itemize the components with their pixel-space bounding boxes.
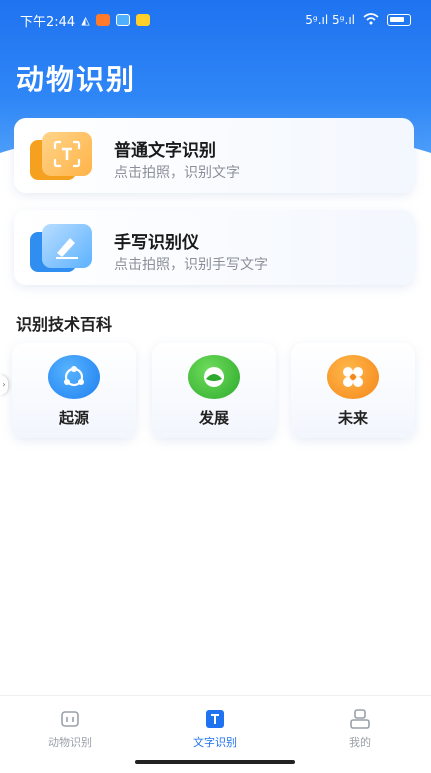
tab-profile[interactable]: 我的 — [300, 708, 420, 750]
tile-label: 发展 — [198, 409, 229, 427]
notification-icon: ◭ — [81, 13, 90, 27]
future-icon — [327, 355, 379, 399]
card-subtitle: 点击拍照，识别文字 — [114, 165, 240, 181]
card-handwriting-recognition[interactable]: 手写识别仪 点击拍照，识别手写文字 — [14, 210, 414, 285]
card-title: 手写识别仪 — [114, 233, 199, 253]
signal-icon: 5ᵍ.ıl 5ᵍ.ıl — [305, 13, 355, 27]
status-bar: 下午2:44 ◭ 5ᵍ.ıl 5ᵍ.ıl — [0, 0, 431, 40]
tile-development[interactable]: 发展 — [152, 343, 276, 438]
text-id-icon — [204, 708, 226, 730]
tile-label: 未来 — [337, 409, 368, 427]
status-right: 5ᵍ.ıl 5ᵍ.ıl — [305, 12, 411, 28]
profile-icon — [349, 708, 371, 730]
cloud-badge-icon — [115, 14, 130, 26]
status-time: 下午2:44 — [20, 14, 76, 30]
app-screen: 下午2:44 ◭ 5ᵍ.ıl 5ᵍ.ıl 动物识别 普通文字识别 点击拍照，识别… — [0, 0, 431, 773]
tab-animal-id[interactable]: 动物识别 — [10, 708, 130, 750]
app-badge-icon — [95, 14, 110, 26]
animal-id-icon — [59, 708, 81, 730]
tab-label: 动物识别 — [48, 736, 92, 749]
status-left: 下午2:44 ◭ — [20, 11, 150, 30]
section-title: 识别技术百科 — [16, 315, 113, 334]
tab-text-id[interactable]: 文字识别 — [155, 708, 275, 750]
origin-icon — [48, 355, 100, 399]
tab-label: 我的 — [349, 736, 371, 749]
tile-future[interactable]: 未来 — [291, 343, 415, 438]
card-title: 普通文字识别 — [114, 141, 216, 161]
handwriting-icon — [30, 224, 92, 274]
tile-label: 起源 — [58, 409, 89, 427]
battery-icon — [387, 14, 411, 26]
page-title: 动物识别 — [16, 63, 137, 96]
tab-label: 文字识别 — [193, 736, 237, 749]
chat-badge-icon — [135, 14, 150, 26]
tile-origin[interactable]: 起源 — [12, 343, 136, 438]
development-icon — [188, 355, 240, 399]
edge-drawer-handle[interactable]: › — [0, 375, 8, 395]
text-scan-icon — [30, 132, 92, 182]
wifi-icon — [363, 12, 379, 28]
home-indicator[interactable] — [135, 760, 295, 764]
card-subtitle: 点击拍照，识别手写文字 — [114, 257, 268, 273]
card-text-recognition[interactable]: 普通文字识别 点击拍照，识别文字 — [14, 118, 414, 193]
